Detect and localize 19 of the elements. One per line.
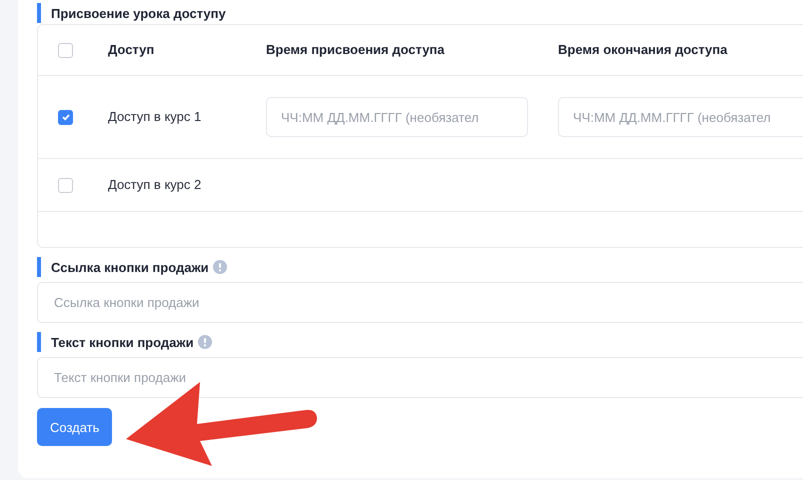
row-checkbox[interactable] [58, 178, 73, 192]
checkmark-icon [60, 112, 70, 122]
field-label: Ссылка кнопки продажи [51, 260, 209, 274]
column-header: Время окончания доступа [558, 42, 728, 57]
column-header: Доступ [108, 42, 154, 57]
create-button[interactable]: Создать [37, 408, 112, 446]
start-time-field[interactable]: ЧЧ:ММ ДД.ММ.ГГГГ (необязател [266, 97, 528, 137]
info-icon [212, 260, 227, 274]
info-icon [198, 335, 212, 349]
access-name: Доступ в курс 1 [108, 109, 202, 124]
text-input-field[interactable]: Текст кнопки продажи [37, 357, 803, 398]
section-title: Присвоение урока доступу [51, 6, 226, 20]
row-checkbox[interactable] [58, 110, 73, 124]
end-time-field[interactable]: ЧЧ:ММ ДД.ММ.ГГГГ (необязател [558, 97, 803, 137]
access-name: Доступ в курс 2 [108, 177, 202, 192]
select-all-checkbox[interactable] [58, 42, 73, 58]
text-input-field[interactable]: Ссылка кнопки продажи [37, 282, 803, 323]
column-header: Время присвоения доступа [266, 42, 445, 57]
field-label: Текст кнопки продажи [51, 334, 194, 350]
